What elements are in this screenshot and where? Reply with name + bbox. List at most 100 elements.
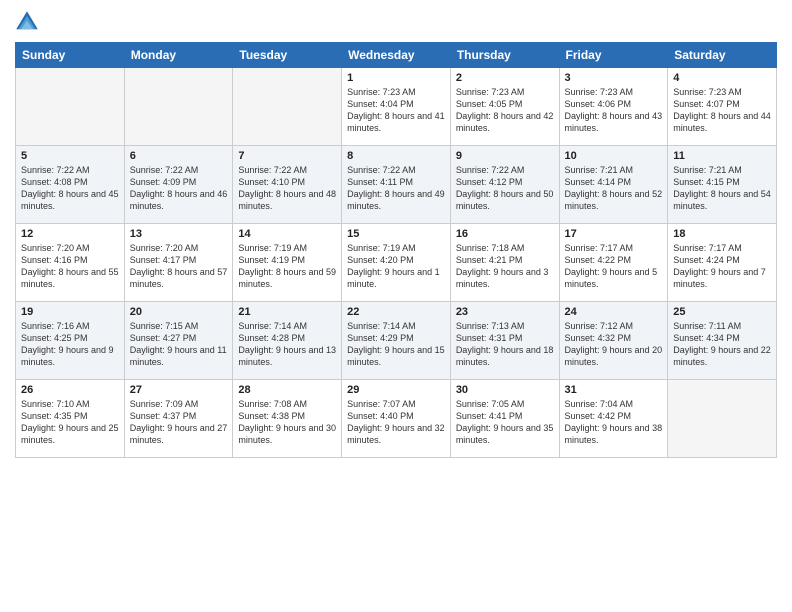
day-header-thursday: Thursday: [450, 43, 559, 68]
day-number: 14: [238, 228, 336, 240]
day-number: 30: [456, 384, 554, 396]
calendar-cell: 1Sunrise: 7:23 AM Sunset: 4:04 PM Daylig…: [342, 68, 451, 146]
day-number: 1: [347, 72, 445, 84]
day-info: Sunrise: 7:16 AM Sunset: 4:25 PM Dayligh…: [21, 320, 119, 369]
calendar-cell: 14Sunrise: 7:19 AM Sunset: 4:19 PM Dayli…: [233, 224, 342, 302]
day-number: 8: [347, 150, 445, 162]
calendar-cell: 21 Sunrise: 7:14 AM Sunset: 4:28 PM Dayli…: [233, 302, 342, 380]
day-info: Sunrise: 7:17 AM Sunset: 4:24 PM Dayligh…: [673, 242, 771, 291]
day-info: Sunrise: 7:15 AM Sunset: 4:27 PM Dayligh…: [130, 320, 228, 369]
calendar-cell: 8 Sunrise: 7:22 AM Sunset: 4:11 PM Daylig…: [342, 146, 451, 224]
calendar-table: SundayMondayTuesdayWednesdayThursdayFrid…: [15, 42, 777, 458]
day-number: 10: [565, 150, 663, 162]
calendar-cell: 28 Sunrise: 7:08 AM Sunset: 4:38 PM Dayli…: [233, 380, 342, 458]
day-info: Sunrise: 7:19 AM Sunset: 4:20 PM Dayligh…: [347, 242, 445, 291]
calendar-header-row: SundayMondayTuesdayWednesdayThursdayFrid…: [16, 43, 777, 68]
calendar-cell: [233, 68, 342, 146]
day-info: Sunrise: 7:13 AM Sunset: 4:31 PM Dayligh…: [456, 320, 554, 369]
calendar-cell: 2Sunrise: 7:23 AM Sunset: 4:05 PM Daylig…: [450, 68, 559, 146]
calendar-cell: 12Sunrise: 7:20 AM Sunset: 4:16 PM Dayli…: [16, 224, 125, 302]
page: SundayMondayTuesdayWednesdayThursdayFrid…: [0, 0, 792, 612]
day-number: 24: [565, 306, 663, 318]
calendar-cell: 18 Sunrise: 7:17 AM Sunset: 4:24 PM Dayli…: [668, 224, 777, 302]
calendar-week-5: 26Sunrise: 7:10 AM Sunset: 4:35 PM Dayli…: [16, 380, 777, 458]
day-info: Sunrise: 7:14 AM Sunset: 4:29 PM Dayligh…: [347, 320, 445, 369]
calendar-cell: 11 Sunrise: 7:21 AM Sunset: 4:15 PM Dayli…: [668, 146, 777, 224]
calendar-cell: 7 Sunrise: 7:22 AM Sunset: 4:10 PM Daylig…: [233, 146, 342, 224]
calendar-week-2: 5 Sunrise: 7:22 AM Sunset: 4:08 PM Daylig…: [16, 146, 777, 224]
calendar-cell: 6 Sunrise: 7:22 AM Sunset: 4:09 PM Daylig…: [124, 146, 233, 224]
day-number: 11: [673, 150, 771, 162]
day-info: Sunrise: 7:21 AM Sunset: 4:14 PM Dayligh…: [565, 164, 663, 213]
calendar-cell: 15 Sunrise: 7:19 AM Sunset: 4:20 PM Dayli…: [342, 224, 451, 302]
calendar-cell: 10 Sunrise: 7:21 AM Sunset: 4:14 PM Dayli…: [559, 146, 668, 224]
calendar-cell: 9 Sunrise: 7:22 AM Sunset: 4:12 PM Daylig…: [450, 146, 559, 224]
calendar-week-3: 12Sunrise: 7:20 AM Sunset: 4:16 PM Dayli…: [16, 224, 777, 302]
day-info: Sunrise: 7:11 AM Sunset: 4:34 PM Dayligh…: [673, 320, 771, 369]
day-header-saturday: Saturday: [668, 43, 777, 68]
calendar-cell: 29 Sunrise: 7:07 AM Sunset: 4:40 PM Dayli…: [342, 380, 451, 458]
day-number: 28: [238, 384, 336, 396]
calendar-cell: 23Sunrise: 7:13 AM Sunset: 4:31 PM Dayli…: [450, 302, 559, 380]
day-number: 21: [238, 306, 336, 318]
day-number: 26: [21, 384, 119, 396]
day-number: 16: [456, 228, 554, 240]
day-number: 29: [347, 384, 445, 396]
day-info: Sunrise: 7:22 AM Sunset: 4:11 PM Dayligh…: [347, 164, 445, 213]
day-number: 18: [673, 228, 771, 240]
day-info: Sunrise: 7:22 AM Sunset: 4:08 PM Dayligh…: [21, 164, 119, 213]
day-number: 7: [238, 150, 336, 162]
calendar-cell: 22 Sunrise: 7:14 AM Sunset: 4:29 PM Dayli…: [342, 302, 451, 380]
day-header-friday: Friday: [559, 43, 668, 68]
day-info: Sunrise: 7:21 AM Sunset: 4:15 PM Dayligh…: [673, 164, 771, 213]
calendar-week-1: 1Sunrise: 7:23 AM Sunset: 4:04 PM Daylig…: [16, 68, 777, 146]
day-info: Sunrise: 7:12 AM Sunset: 4:32 PM Dayligh…: [565, 320, 663, 369]
calendar-cell: 20Sunrise: 7:15 AM Sunset: 4:27 PM Dayli…: [124, 302, 233, 380]
day-number: 9: [456, 150, 554, 162]
day-number: 31: [565, 384, 663, 396]
calendar-cell: 30 Sunrise: 7:05 AM Sunset: 4:41 PM Dayli…: [450, 380, 559, 458]
calendar-cell: 3 Sunrise: 7:23 AM Sunset: 4:06 PM Daylig…: [559, 68, 668, 146]
day-info: Sunrise: 7:08 AM Sunset: 4:38 PM Dayligh…: [238, 398, 336, 447]
day-number: 22: [347, 306, 445, 318]
calendar-cell: 27Sunrise: 7:09 AM Sunset: 4:37 PM Dayli…: [124, 380, 233, 458]
calendar-cell: 13 Sunrise: 7:20 AM Sunset: 4:17 PM Dayli…: [124, 224, 233, 302]
calendar-cell: [16, 68, 125, 146]
day-number: 13: [130, 228, 228, 240]
day-number: 2: [456, 72, 554, 84]
day-info: Sunrise: 7:05 AM Sunset: 4:41 PM Dayligh…: [456, 398, 554, 447]
calendar-cell: 24 Sunrise: 7:12 AM Sunset: 4:32 PM Dayli…: [559, 302, 668, 380]
day-info: Sunrise: 7:22 AM Sunset: 4:09 PM Dayligh…: [130, 164, 228, 213]
calendar-cell: 26Sunrise: 7:10 AM Sunset: 4:35 PM Dayli…: [16, 380, 125, 458]
calendar-cell: 25 Sunrise: 7:11 AM Sunset: 4:34 PM Dayli…: [668, 302, 777, 380]
calendar-cell: 5 Sunrise: 7:22 AM Sunset: 4:08 PM Daylig…: [16, 146, 125, 224]
day-header-sunday: Sunday: [16, 43, 125, 68]
day-info: Sunrise: 7:20 AM Sunset: 4:17 PM Dayligh…: [130, 242, 228, 291]
calendar-cell: 4 Sunrise: 7:23 AM Sunset: 4:07 PM Daylig…: [668, 68, 777, 146]
day-info: Sunrise: 7:14 AM Sunset: 4:28 PM Dayligh…: [238, 320, 336, 369]
day-header-tuesday: Tuesday: [233, 43, 342, 68]
day-number: 25: [673, 306, 771, 318]
day-info: Sunrise: 7:22 AM Sunset: 4:10 PM Dayligh…: [238, 164, 336, 213]
day-number: 3: [565, 72, 663, 84]
calendar-cell: 16Sunrise: 7:18 AM Sunset: 4:21 PM Dayli…: [450, 224, 559, 302]
calendar-cell: [124, 68, 233, 146]
day-number: 17: [565, 228, 663, 240]
calendar-cell: [668, 380, 777, 458]
day-number: 15: [347, 228, 445, 240]
day-number: 5: [21, 150, 119, 162]
calendar-cell: 17 Sunrise: 7:17 AM Sunset: 4:22 PM Dayli…: [559, 224, 668, 302]
logo-icon: [15, 10, 39, 34]
day-info: Sunrise: 7:07 AM Sunset: 4:40 PM Dayligh…: [347, 398, 445, 447]
calendar-cell: 31 Sunrise: 7:04 AM Sunset: 4:42 PM Dayli…: [559, 380, 668, 458]
day-info: Sunrise: 7:17 AM Sunset: 4:22 PM Dayligh…: [565, 242, 663, 291]
day-info: Sunrise: 7:23 AM Sunset: 4:06 PM Dayligh…: [565, 86, 663, 135]
day-header-monday: Monday: [124, 43, 233, 68]
logo: [15, 10, 41, 34]
day-info: Sunrise: 7:22 AM Sunset: 4:12 PM Dayligh…: [456, 164, 554, 213]
day-number: 6: [130, 150, 228, 162]
day-number: 4: [673, 72, 771, 84]
calendar-week-4: 19Sunrise: 7:16 AM Sunset: 4:25 PM Dayli…: [16, 302, 777, 380]
day-info: Sunrise: 7:04 AM Sunset: 4:42 PM Dayligh…: [565, 398, 663, 447]
day-info: Sunrise: 7:23 AM Sunset: 4:07 PM Dayligh…: [673, 86, 771, 135]
